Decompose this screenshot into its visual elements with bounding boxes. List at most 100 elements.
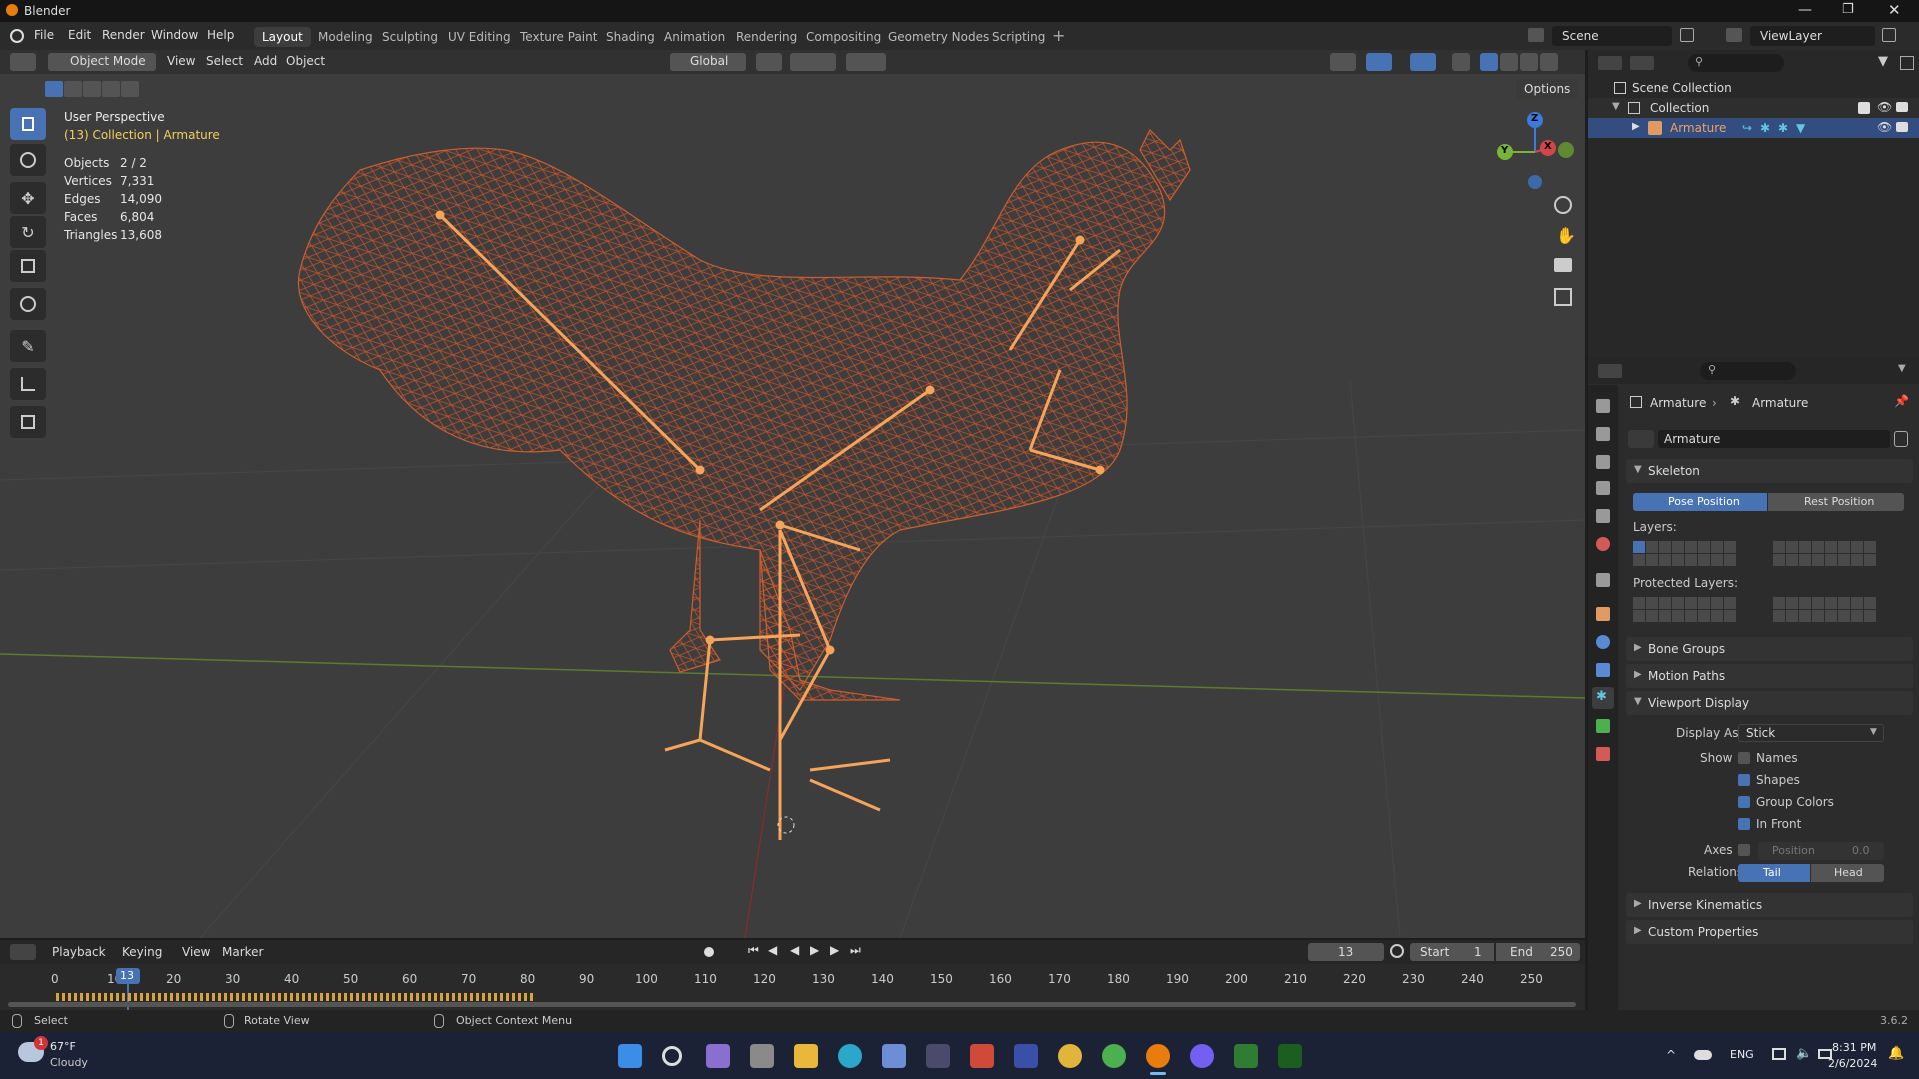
tab-uv-editing[interactable]: UV Editing — [440, 27, 519, 47]
ortho-toggle-icon[interactable] — [1554, 288, 1572, 306]
outliner-editor-icon[interactable] — [1598, 56, 1622, 70]
eye-icon[interactable]: 👁 — [1877, 100, 1892, 114]
blender-menu-icon[interactable] — [10, 29, 24, 43]
select-subtract-icon[interactable] — [83, 81, 101, 97]
menu-object[interactable]: Object — [286, 54, 325, 68]
shading-wireframe-icon[interactable] — [1480, 53, 1498, 71]
marker-menu[interactable]: Marker — [222, 945, 263, 959]
menu-view[interactable]: View — [167, 54, 195, 68]
view-menu[interactable]: View — [182, 945, 210, 959]
protected-layers-grid-left[interactable] — [1633, 597, 1736, 622]
volume-icon[interactable]: 🔈 — [1796, 1046, 1812, 1061]
texture-tab-icon[interactable] — [1596, 747, 1610, 761]
mcafee-icon[interactable] — [1014, 1044, 1038, 1068]
tool-tab-icon[interactable] — [1596, 399, 1610, 413]
edge-icon[interactable] — [838, 1044, 862, 1068]
expand-arrow-icon[interactable]: ▼ — [1612, 101, 1620, 112]
game-launcher-icon[interactable] — [1278, 1044, 1302, 1068]
view-layer-tab-icon[interactable] — [1596, 481, 1610, 495]
copilot-icon[interactable] — [706, 1044, 730, 1068]
tab-rendering[interactable]: Rendering — [728, 27, 805, 47]
timeline-scrollbar[interactable] — [8, 1002, 1576, 1007]
fake-user-icon[interactable] — [1894, 431, 1908, 447]
tool-annotate[interactable]: ✎ — [10, 330, 46, 362]
add-workspace-icon[interactable]: + — [1052, 26, 1065, 45]
bone-tab-icon[interactable] — [1596, 719, 1610, 733]
world-tab-icon[interactable] — [1596, 537, 1610, 551]
tab-modeling[interactable]: Modeling — [310, 27, 381, 47]
outliner-display-mode-icon[interactable] — [1630, 56, 1654, 70]
minimize-button[interactable]: — — [1798, 2, 1812, 18]
tool-cursor[interactable] — [10, 144, 46, 176]
pivot-icon[interactable] — [756, 53, 782, 71]
collection-tab-icon[interactable] — [1596, 573, 1610, 587]
language-indicator[interactable]: ENG — [1730, 1048, 1754, 1061]
onedrive-icon[interactable] — [1694, 1050, 1712, 1060]
tab-scripting[interactable]: Scripting — [984, 27, 1053, 47]
playback-menu[interactable]: Playback — [52, 945, 106, 959]
data-type-icon[interactable] — [1628, 430, 1654, 448]
viber-icon[interactable] — [1190, 1044, 1214, 1068]
next-keyframe-button[interactable]: ▶ — [830, 943, 839, 957]
tool-scale[interactable] — [10, 250, 46, 282]
tab-shading[interactable]: Shading — [598, 27, 663, 47]
shading-material-icon[interactable] — [1520, 53, 1538, 71]
camera-icon[interactable] — [1896, 122, 1908, 132]
select-extend-icon[interactable] — [64, 81, 82, 97]
viewlayer-icon[interactable] — [1726, 28, 1742, 42]
protected-layers-grid-right[interactable] — [1773, 597, 1876, 622]
panel-viewport-display[interactable]: ▼ Viewport Display — [1626, 691, 1913, 715]
eye-icon[interactable]: 👁 — [1877, 120, 1892, 134]
tool-transform[interactable] — [10, 288, 46, 320]
file-explorer-icon[interactable] — [794, 1044, 818, 1068]
keying-menu[interactable]: Keying — [122, 945, 162, 959]
app-icon[interactable] — [882, 1044, 906, 1068]
zoom-icon[interactable] — [1554, 196, 1572, 214]
select-intersect-icon[interactable] — [121, 81, 139, 97]
tool-move[interactable]: ✥ — [10, 182, 46, 214]
group-colors-checkbox[interactable] — [1738, 796, 1750, 808]
tool-add-cube[interactable] — [10, 406, 46, 438]
notification-bell-icon[interactable]: 🔔 — [1888, 1046, 1904, 1061]
menu-select[interactable]: Select — [206, 54, 243, 68]
pin-icon[interactable]: 📌 — [1894, 394, 1909, 408]
new-scene-icon[interactable] — [1680, 28, 1694, 42]
menu-help[interactable]: Help — [207, 28, 234, 42]
in-front-checkbox[interactable] — [1738, 818, 1750, 830]
panel-skeleton[interactable]: ▼ Skeleton — [1626, 459, 1913, 483]
menu-window[interactable]: Window — [151, 28, 198, 42]
panel-custom-properties[interactable]: ▶ Custom Properties — [1626, 920, 1913, 944]
tool-measure[interactable] — [10, 368, 46, 400]
tray-chevron-icon[interactable]: ^ — [1666, 1048, 1676, 1062]
tab-compositing[interactable]: Compositing — [798, 27, 889, 47]
clock-time[interactable]: 8:31 PM — [1832, 1041, 1876, 1054]
tool-select-box[interactable] — [10, 108, 46, 140]
tab-geometry-nodes[interactable]: Geometry Nodes — [880, 27, 997, 47]
3d-viewport[interactable] — [0, 50, 1585, 938]
new-collection-icon[interactable] — [1900, 56, 1914, 70]
outliner-row-armature[interactable]: ▶ Armature ↪ ✱ ✱ ▼ 👁 — [1588, 118, 1919, 138]
blender-taskbar-icon[interactable] — [1146, 1044, 1170, 1068]
tool-rotate[interactable]: ↻ — [10, 216, 46, 248]
chrome-profile-icon[interactable] — [1102, 1044, 1126, 1068]
object-tab-icon[interactable] — [1596, 607, 1610, 621]
editor-type-icon[interactable] — [10, 53, 36, 71]
filter-icon[interactable]: ▼ — [1878, 54, 1888, 69]
close-button[interactable]: ✕ — [1888, 1, 1901, 19]
axes-checkbox[interactable] — [1738, 844, 1750, 856]
collection-checkbox[interactable] — [1858, 102, 1870, 114]
camera-view-icon[interactable] — [1554, 258, 1572, 272]
shading-rendered-icon[interactable] — [1540, 53, 1558, 71]
xray-toggle-icon[interactable] — [1452, 53, 1470, 71]
scene-tab-icon[interactable] — [1596, 509, 1610, 523]
search-icon[interactable] — [662, 1046, 682, 1066]
tab-layout[interactable]: Layout — [254, 27, 311, 47]
overlay-toggle-icon[interactable] — [1410, 53, 1436, 71]
keyframe-strip[interactable] — [56, 993, 534, 1001]
layers-grid-right[interactable] — [1773, 541, 1876, 566]
shapes-checkbox[interactable] — [1738, 774, 1750, 786]
game-icon[interactable] — [1234, 1044, 1258, 1068]
menu-file[interactable]: File — [34, 28, 54, 42]
pan-hand-icon[interactable]: ✋ — [1556, 226, 1576, 245]
play-button[interactable]: ▶ — [810, 943, 819, 957]
